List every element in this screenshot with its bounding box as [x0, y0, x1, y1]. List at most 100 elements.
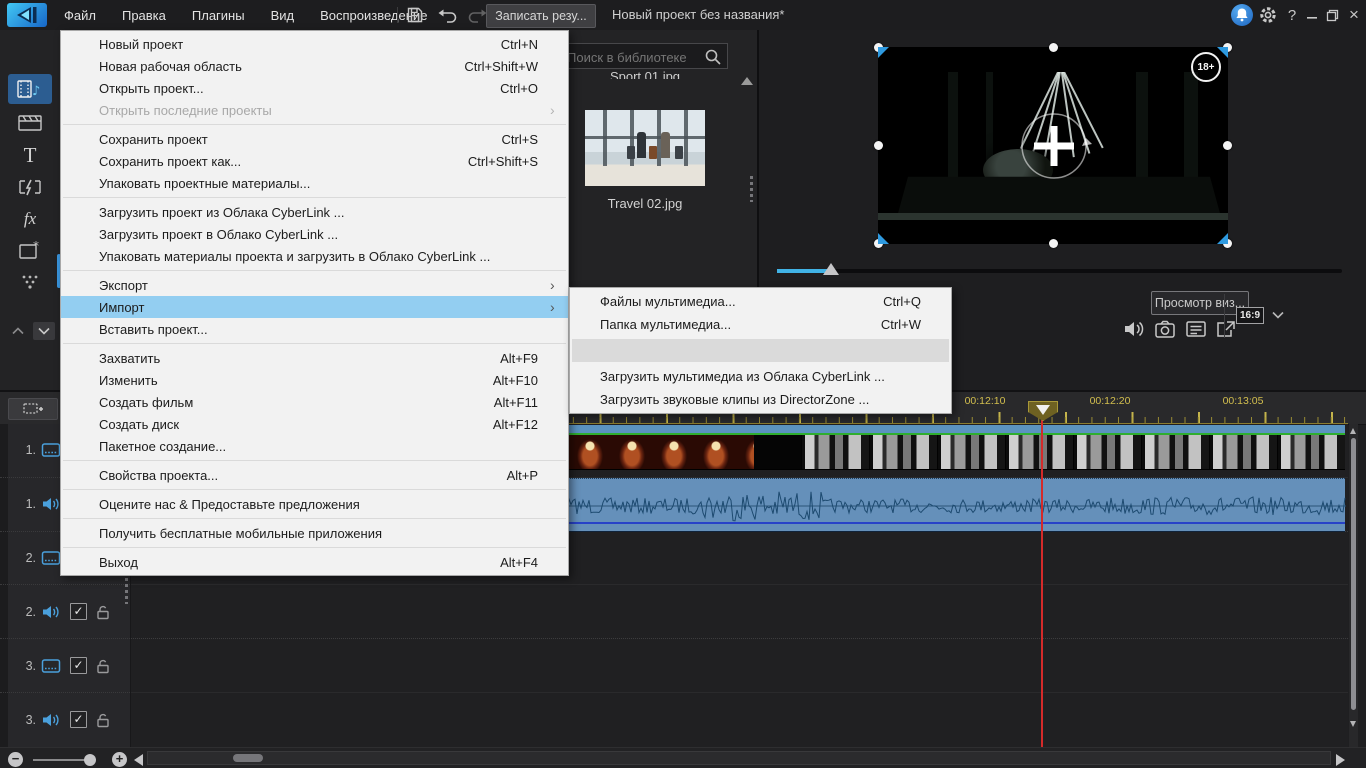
particle-room-tab[interactable]	[8, 268, 52, 298]
scroll-down-icon[interactable]	[1350, 721, 1356, 727]
import-submenu-item[interactable]: Загрузить звуковые клипы из DirectorZone…	[570, 388, 951, 411]
preview-seek-bar[interactable]	[777, 263, 1342, 275]
effect-room-tab[interactable]: fx	[8, 204, 52, 234]
scroll-right-icon[interactable]	[1336, 754, 1345, 766]
notification-bell-icon[interactable]	[1231, 4, 1253, 26]
audio-track-3-lane[interactable]	[131, 693, 1348, 747]
track-enable-checkbox[interactable]: ✓	[70, 603, 87, 621]
plate-room-tab[interactable]	[8, 108, 52, 138]
file-menu-item[interactable]: Захватить Alt+F9 ›	[61, 347, 568, 369]
snapshot-camera-icon[interactable]	[1153, 318, 1177, 340]
pip-objects-room-tab[interactable]: *	[8, 236, 52, 266]
file-menu-item[interactable]: Упаковать проектные материалы... ›	[61, 172, 568, 194]
file-menu-item[interactable]: ›	[63, 343, 566, 344]
preview-video-frame[interactable]: 18+	[874, 43, 1232, 248]
file-menu-item[interactable]: Создать фильм Alt+F11 ›	[61, 391, 568, 413]
import-submenu-item[interactable]: Загрузить мультимедиа из Облака CyberLin…	[570, 365, 951, 388]
file-menu-item[interactable]: Импорт ›	[61, 296, 568, 318]
panel-splitter-handle[interactable]	[750, 176, 753, 202]
rooms-scroll-down-icon[interactable]	[33, 322, 55, 340]
file-menu-item[interactable]: ›	[63, 547, 566, 548]
track-lock-icon[interactable]	[95, 604, 111, 620]
zoom-out-button[interactable]: −	[8, 752, 23, 767]
file-menu-item[interactable]: ›	[63, 460, 566, 461]
close-icon[interactable]: ×	[1342, 0, 1366, 30]
track-manager-button[interactable]	[8, 398, 58, 420]
file-menu-item[interactable]: Изменить Alt+F10 ›	[61, 369, 568, 391]
library-item-thumbnail[interactable]	[585, 110, 705, 186]
menubar-item[interactable]: Правка	[122, 8, 166, 23]
file-menu-item[interactable]: Экспорт ›	[61, 274, 568, 296]
seek-handle[interactable]	[823, 263, 839, 275]
selection-handle[interactable]	[874, 141, 883, 150]
file-menu-item[interactable]: Открыть проект... Ctrl+O ›	[61, 77, 568, 99]
selection-handle[interactable]	[1223, 141, 1232, 150]
ruler-timestamp: 00:12:10	[964, 395, 1006, 407]
timeline-vertical-scrollbar[interactable]	[1349, 424, 1358, 747]
file-menu-item[interactable]: Получить бесплатные мобильные приложения…	[61, 522, 568, 544]
aspect-ratio-badge[interactable]: 16:9	[1236, 307, 1265, 324]
rotate-handle-icon[interactable]	[1010, 102, 1098, 193]
restore-icon[interactable]	[1320, 0, 1344, 30]
menu-item-label: Файлы мультимедиа...	[600, 294, 736, 309]
file-menu-item[interactable]: ›	[63, 270, 566, 271]
track-lock-icon[interactable]	[95, 658, 111, 674]
menubar-item[interactable]: Плагины	[192, 8, 245, 23]
title-room-tab[interactable]: T	[8, 140, 52, 170]
menubar-item[interactable]: Вид	[271, 8, 295, 23]
undo-icon[interactable]	[437, 5, 459, 25]
volume-icon[interactable]	[1122, 318, 1146, 340]
track-header-splitter-handle[interactable]	[125, 578, 128, 604]
menu-item-label: Загрузить проект из Облака CyberLink ...	[99, 204, 345, 220]
save-icon[interactable]	[405, 5, 427, 25]
selection-handle[interactable]	[1049, 239, 1058, 248]
file-menu-item[interactable]: Упаковать материалы проекта и загрузить …	[61, 245, 568, 267]
timeline-horizontal-scrollbar[interactable]	[147, 751, 1331, 765]
import-submenu-item[interactable]: Файлы мультимедиа... Ctrl+Q ›	[570, 290, 951, 313]
file-menu-item[interactable]: Пакетное создание... ›	[61, 435, 568, 457]
scroll-left-icon[interactable]	[134, 754, 143, 766]
audio-track-2-lane[interactable]	[131, 585, 1348, 640]
scroll-up-icon[interactable]	[1350, 428, 1356, 434]
file-menu-item[interactable]: ›	[63, 124, 566, 125]
rooms-scroll-up-icon[interactable]	[7, 322, 29, 340]
file-menu-item[interactable]: Сохранить проект как... Ctrl+Shift+S ›	[61, 150, 568, 172]
file-menu-item[interactable]: Новая рабочая область Ctrl+Shift+W ›	[61, 55, 568, 77]
file-menu-item[interactable]: Свойства проекта... Alt+P ›	[61, 464, 568, 486]
track-lock-icon[interactable]	[95, 712, 111, 728]
library-scroll-up-icon[interactable]	[741, 77, 753, 85]
file-menu-item[interactable]: Выход Alt+F4 ›	[61, 551, 568, 573]
video-track-3-lane[interactable]	[131, 639, 1348, 693]
file-menu-item[interactable]: Загрузить проект в Облако CyberLink ... …	[61, 223, 568, 245]
file-menu-item[interactable]: Вставить проект... ›	[61, 318, 568, 340]
file-menu-item[interactable]: Оцените нас & Предоставьте предложения ›	[61, 493, 568, 515]
file-menu-item[interactable]: Сохранить проект Ctrl+S ›	[61, 128, 568, 150]
import-submenu-item[interactable]: Папка мультимедиа... Ctrl+W ›	[570, 313, 951, 336]
file-menu-item[interactable]: Новый проект Ctrl+N ›	[61, 33, 568, 55]
library-search-input[interactable]	[565, 46, 699, 68]
track-enable-checkbox[interactable]: ✓	[70, 711, 87, 729]
transition-room-tab[interactable]	[8, 172, 52, 202]
file-menu-item[interactable]: ›	[63, 518, 566, 519]
scrollbar-thumb[interactable]	[233, 754, 263, 762]
file-menu-item[interactable]: ›	[63, 197, 566, 198]
file-menu-item[interactable]: Открыть последние проекты ›	[61, 99, 568, 121]
details-list-icon[interactable]	[1184, 318, 1208, 340]
file-menu-item[interactable]: Загрузить проект из Облака CyberLink ...…	[61, 201, 568, 223]
undock-icon[interactable]	[1214, 318, 1238, 340]
file-menu-item[interactable]: ›	[63, 489, 566, 490]
media-room-tab[interactable]: ♪	[8, 74, 52, 104]
scrollbar-thumb[interactable]	[1351, 438, 1356, 710]
search-icon[interactable]	[704, 48, 722, 66]
zoom-slider-handle[interactable]	[84, 754, 96, 766]
file-menu-item[interactable]: Создать диск Alt+F12 ›	[61, 413, 568, 435]
zoom-in-button[interactable]: +	[112, 752, 127, 767]
selection-handle[interactable]	[1049, 43, 1058, 52]
produce-button[interactable]: Записать резу...	[486, 4, 596, 28]
track-enable-checkbox[interactable]: ✓	[70, 657, 87, 675]
preview-quality-button[interactable]: Просмотр виз...	[1151, 291, 1249, 315]
import-submenu-item[interactable]: ›	[572, 339, 949, 362]
menubar-item[interactable]: Файл	[64, 8, 96, 23]
aspect-ratio-chevron-icon[interactable]	[1271, 309, 1285, 324]
settings-gear-icon[interactable]	[1258, 5, 1280, 25]
